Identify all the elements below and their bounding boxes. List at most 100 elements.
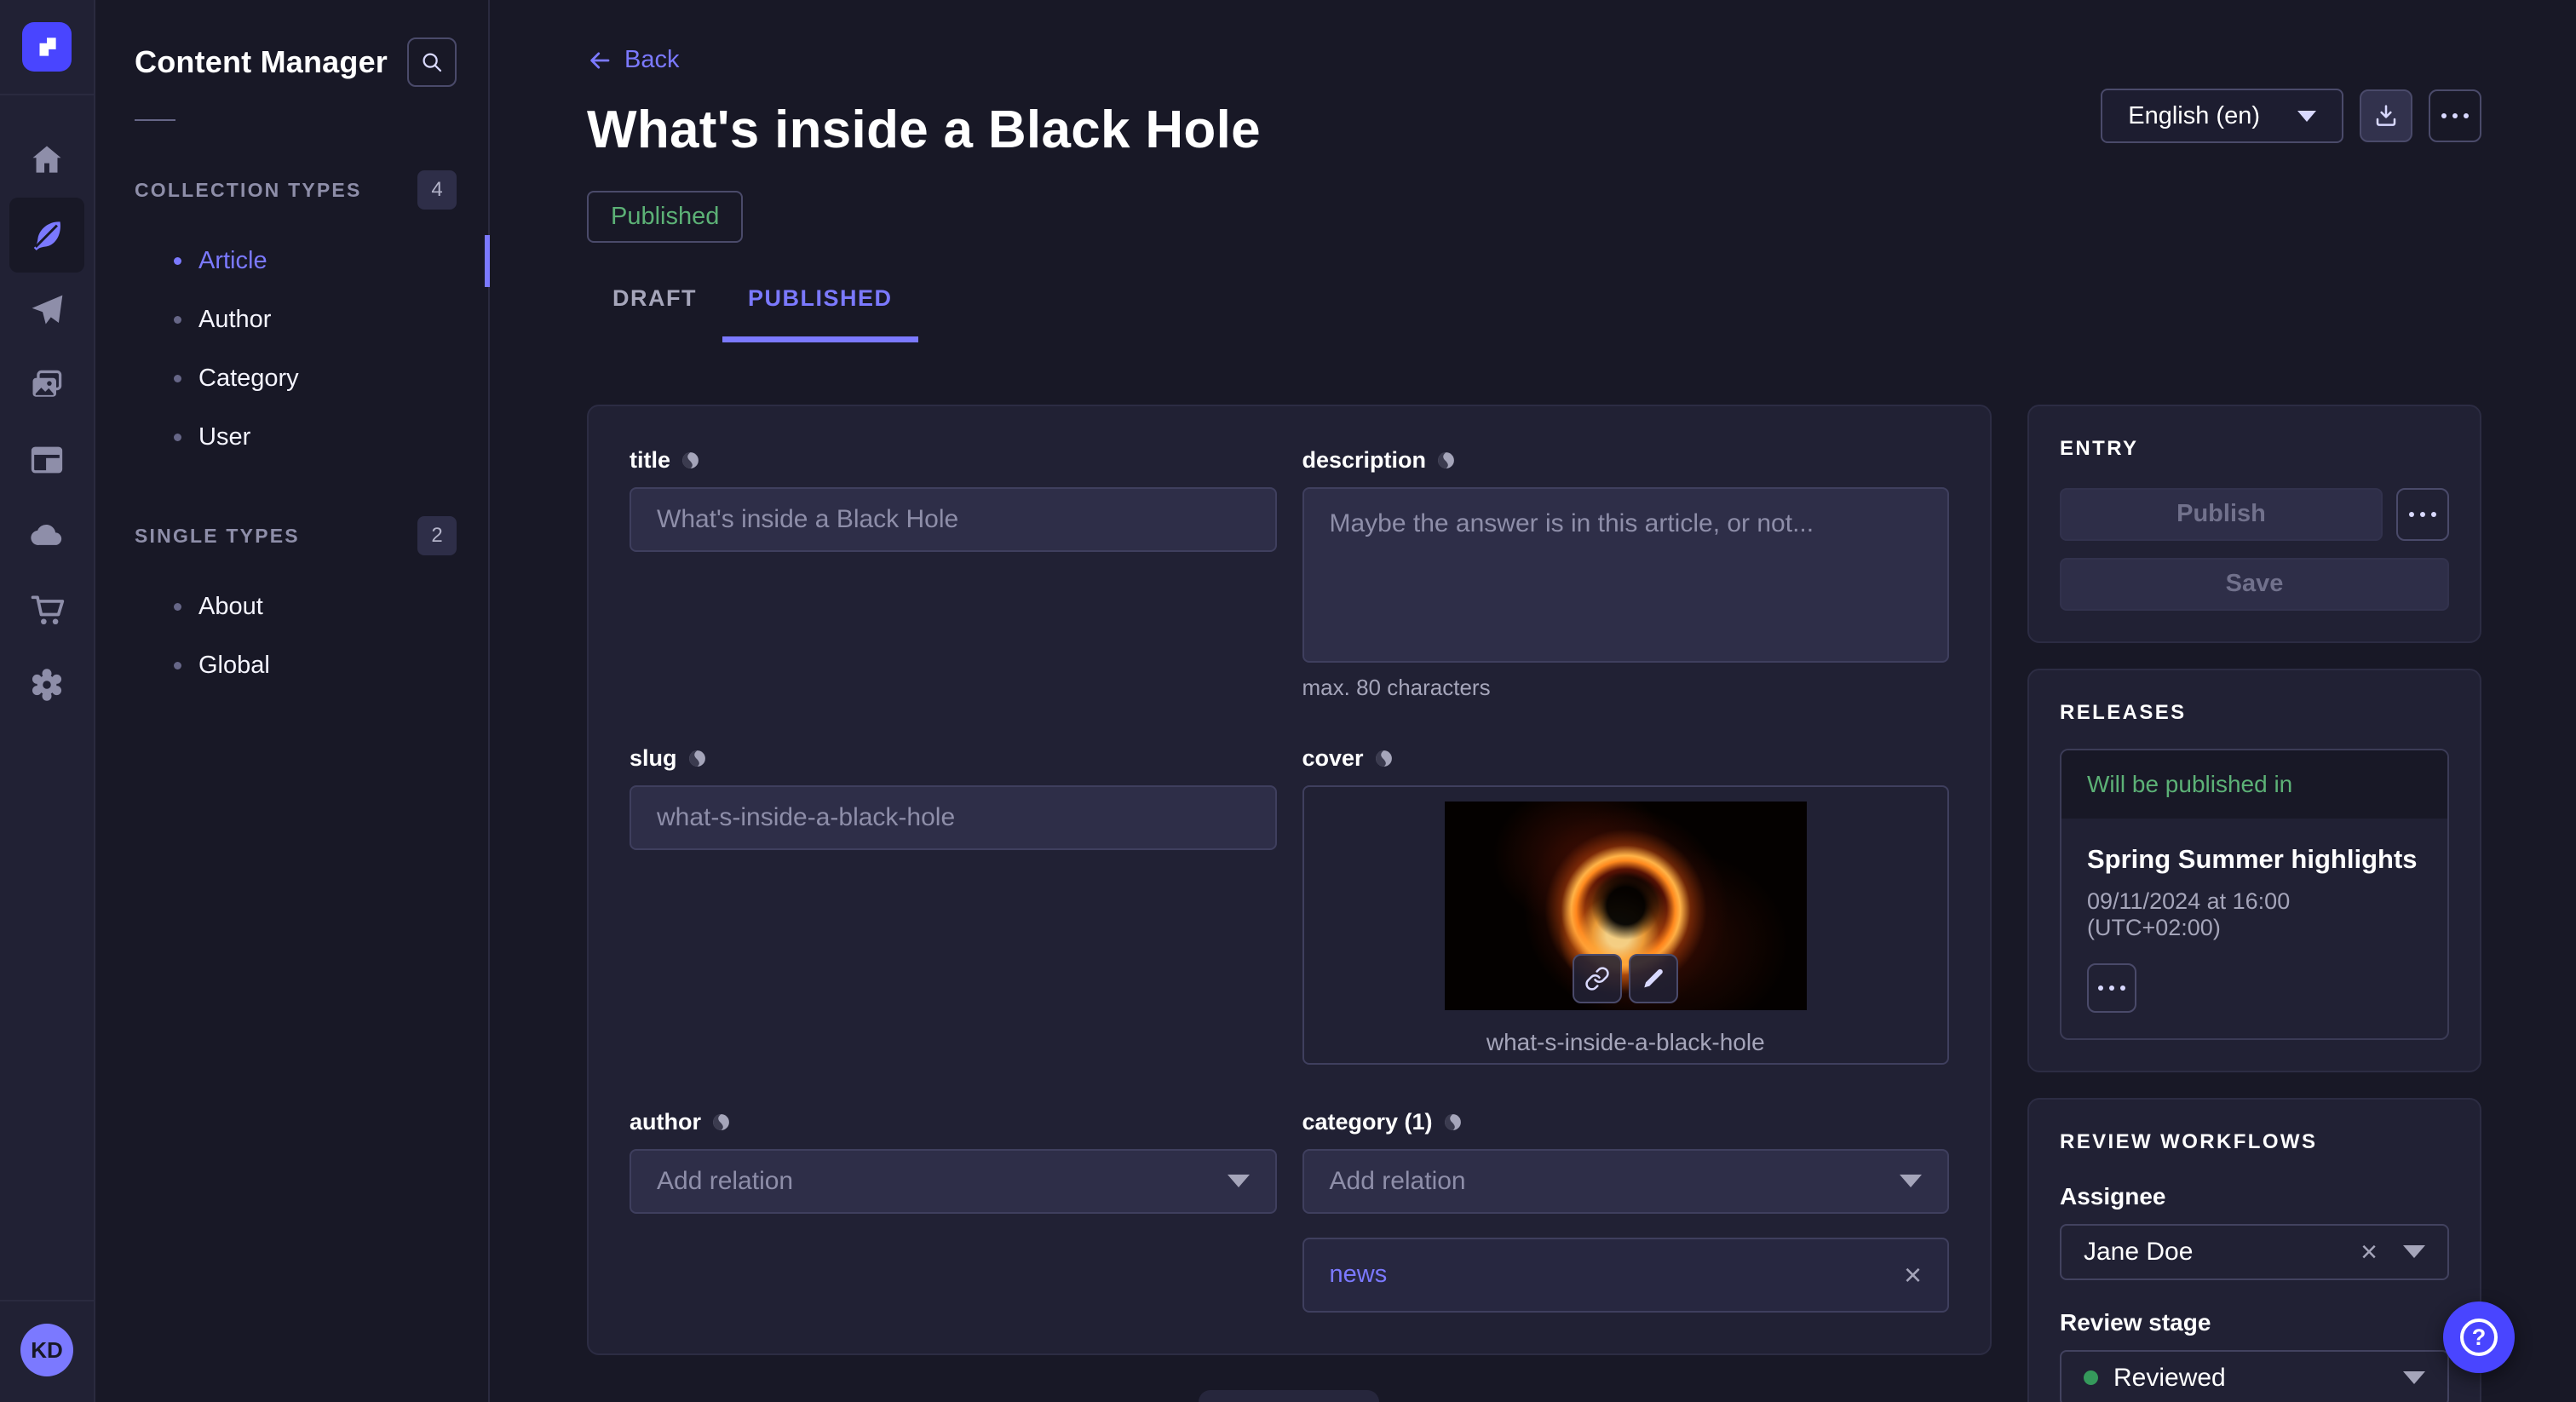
sidebar-item-author[interactable]: Author — [95, 290, 488, 349]
chevron-down-icon — [2403, 1245, 2425, 1258]
cover-media-box: what-s-inside-a-black-hole — [1302, 785, 1950, 1065]
arrow-left-icon — [587, 48, 612, 73]
strapi-logo-glyph — [32, 32, 61, 61]
subnav-title: Content Manager — [135, 44, 388, 80]
locale-select[interactable]: English (en) — [2101, 89, 2343, 143]
sidebar-item-global[interactable]: Global — [95, 636, 488, 695]
entry-more-button[interactable] — [2396, 488, 2449, 541]
sidebar-item-user[interactable]: User — [95, 408, 488, 467]
globe-icon — [711, 1112, 731, 1132]
single-types-section: SINGLE TYPES 2 About Global — [95, 516, 488, 695]
sidebar-item-label: About — [198, 593, 263, 621]
layout-icon[interactable] — [9, 422, 84, 497]
category-relation-select[interactable]: Add relation — [1302, 1149, 1950, 1214]
field-label: cover — [1302, 745, 1364, 772]
publish-button[interactable]: Publish — [2060, 488, 2383, 541]
sidebar-item-article[interactable]: Article — [95, 232, 488, 290]
subnav-divider — [135, 119, 175, 121]
release-more-button[interactable] — [2087, 963, 2136, 1013]
releases-panel: RELEASES Will be published in Spring Sum… — [2027, 669, 2481, 1072]
globe-icon — [1443, 1112, 1463, 1132]
globe-icon — [1374, 749, 1394, 768]
review-workflows-panel: REVIEW WORKFLOWS Assignee Jane Doe × Rev… — [2027, 1098, 2481, 1402]
tab-draft[interactable]: DRAFT — [587, 285, 722, 342]
help-button[interactable]: ? — [2443, 1301, 2515, 1373]
search-icon — [419, 49, 445, 75]
gear-icon[interactable] — [9, 647, 84, 722]
author-relation-select[interactable]: Add relation — [630, 1149, 1277, 1214]
slug-field: slug what-s-inside-a-black-hole — [630, 745, 1277, 1065]
assignee-label: Assignee — [2060, 1183, 2449, 1210]
more-options-button[interactable] — [2429, 89, 2481, 142]
status-badge: Published — [587, 191, 743, 243]
strapi-logo[interactable] — [22, 22, 72, 72]
description-hint: max. 80 characters — [1302, 675, 1950, 701]
back-link[interactable]: Back — [587, 46, 679, 74]
chevron-down-icon — [1228, 1175, 1250, 1187]
title-input[interactable]: What's inside a Black Hole — [630, 487, 1277, 552]
single-types-count: 2 — [417, 516, 457, 555]
review-panel-title: REVIEW WORKFLOWS — [2060, 1130, 2449, 1154]
globe-icon — [681, 451, 700, 470]
cover-caption: what-s-inside-a-black-hole — [1486, 1029, 1765, 1056]
save-button[interactable]: Save — [2060, 558, 2449, 611]
field-label: title — [630, 447, 670, 474]
field-label: author — [630, 1109, 701, 1135]
remove-relation-icon[interactable]: × — [1904, 1260, 1922, 1290]
cart-icon[interactable] — [9, 572, 84, 647]
link-icon — [1584, 966, 1610, 991]
release-name: Spring Summer highlights — [2087, 844, 2422, 875]
edit-image-button[interactable] — [1629, 954, 1678, 1003]
slug-input[interactable]: what-s-inside-a-black-hole — [630, 785, 1277, 850]
header-actions: English (en) — [2101, 89, 2481, 143]
collapsed-bottom-button[interactable] — [1199, 1390, 1379, 1402]
sidebar-item-label: User — [198, 423, 250, 451]
cover-field: cover — [1302, 745, 1950, 1065]
sidebar-item-category[interactable]: Category — [95, 349, 488, 408]
feather-icon[interactable] — [9, 198, 84, 273]
sidebar-item-label: Article — [198, 247, 267, 275]
search-button[interactable] — [407, 37, 457, 87]
category-relation-item: news × — [1302, 1238, 1950, 1313]
section-label: COLLECTION TYPES — [135, 179, 362, 202]
pencil-icon — [1642, 967, 1665, 991]
main-nav-rail: KD — [0, 0, 95, 1402]
user-avatar[interactable]: KD — [20, 1324, 73, 1376]
chevron-down-icon — [1900, 1175, 1922, 1187]
sidebar-item-label: Author — [198, 306, 271, 334]
media-icon[interactable] — [9, 348, 84, 422]
rail-divider — [0, 94, 94, 95]
main-content: Back What's inside a Black Hole Publishe… — [490, 0, 2576, 1402]
field-label: slug — [630, 745, 677, 772]
assignee-combobox[interactable]: Jane Doe × — [2060, 1224, 2449, 1280]
send-icon[interactable] — [9, 273, 84, 348]
collection-types-section: COLLECTION TYPES 4 Article Author Catego… — [95, 170, 488, 467]
more-horizontal-icon — [2409, 512, 2436, 517]
review-stage-combobox[interactable]: Reviewed — [2060, 1350, 2449, 1402]
more-horizontal-icon — [2098, 985, 2125, 991]
clear-assignee-icon[interactable]: × — [2360, 1238, 2378, 1267]
entry-panel: ENTRY Publish Save — [2027, 405, 2481, 643]
author-field: author Add relation — [630, 1109, 1277, 1313]
chevron-down-icon — [2403, 1371, 2425, 1384]
bullet-icon — [174, 603, 181, 611]
bullet-icon — [174, 375, 181, 382]
home-icon[interactable] — [9, 123, 84, 198]
cloud-icon[interactable] — [9, 497, 84, 572]
tab-published[interactable]: PUBLISHED — [722, 285, 918, 342]
copy-link-button[interactable] — [1573, 954, 1622, 1003]
more-horizontal-icon — [2441, 113, 2469, 118]
description-input[interactable]: Maybe the answer is in this article, or … — [1302, 487, 1950, 663]
download-icon — [2372, 102, 2400, 129]
bullet-icon — [174, 662, 181, 669]
relation-link[interactable]: news — [1330, 1261, 1388, 1289]
sidebar-item-label: Global — [198, 652, 270, 680]
bullet-icon — [174, 434, 181, 441]
download-button[interactable] — [2360, 89, 2412, 142]
category-field: category (1) Add relation news × — [1302, 1109, 1950, 1313]
entry-form-card: title What's inside a Black Hole descrip… — [587, 405, 1992, 1355]
side-panels: ENTRY Publish Save RELEASES Will be publ… — [2027, 405, 2481, 1402]
collection-types-count: 4 — [417, 170, 457, 210]
sidebar-item-about[interactable]: About — [95, 577, 488, 636]
sidebar-item-label: Category — [198, 365, 299, 393]
